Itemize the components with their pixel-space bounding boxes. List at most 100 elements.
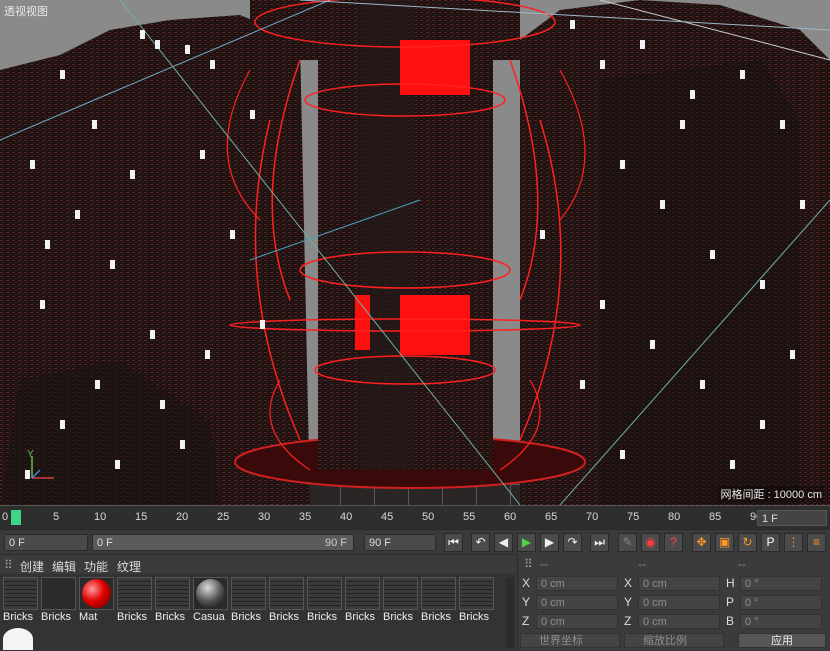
frame-range-slider[interactable]: 0 F 90 F	[92, 534, 354, 551]
tick-label: 5	[53, 511, 60, 523]
material-swatch[interactable]: Bricks	[459, 577, 494, 624]
record-key-icon[interactable]: ✎	[618, 533, 637, 552]
material-name: Bricks	[231, 611, 261, 623]
tick-label: 60	[504, 511, 517, 523]
material-swatch[interactable]: Bricks	[345, 577, 380, 624]
material-preview	[345, 577, 380, 610]
tick-label: 80	[668, 511, 681, 523]
viewport-title: 透视视图	[4, 6, 48, 18]
next-frame-button[interactable]: ▶	[540, 533, 559, 552]
previous-key-button[interactable]: ↶	[471, 533, 490, 552]
material-swatch[interactable]: Bricks	[269, 577, 304, 624]
autokey-icon[interactable]: ◉	[641, 533, 660, 552]
material-name: Bricks	[41, 611, 71, 623]
material-name: Bricks	[383, 611, 413, 623]
scene-render: Y	[0, 0, 830, 505]
current-frame-field[interactable]: 1 F	[757, 510, 827, 526]
parameter-key-icon[interactable]: P	[761, 533, 780, 552]
tick-label: 0	[2, 511, 9, 523]
material-name: Casua	[193, 611, 225, 623]
end-frame-field[interactable]: 90 F	[364, 534, 436, 551]
apply-button[interactable]: 应用	[738, 633, 826, 648]
coord-value-field[interactable]: 0 cm	[536, 595, 618, 610]
material-swatch[interactable]: Bricks	[3, 577, 38, 624]
point-level-icon[interactable]: ⋮	[784, 533, 803, 552]
coord-axis-label: X	[624, 576, 633, 590]
tick-label: 20	[176, 511, 189, 523]
menu-texture[interactable]: 纹理	[117, 558, 141, 575]
keyframe-help-icon[interactable]: ?	[664, 533, 683, 552]
tick-label: 65	[545, 511, 558, 523]
grid-spacing-readout: 网格间距 : 10000 cm	[718, 486, 824, 502]
material-preview	[193, 577, 228, 610]
coord-axis-label: Z	[522, 614, 530, 628]
tick-label: 50	[422, 511, 435, 523]
next-key-button[interactable]: ↷	[563, 533, 582, 552]
material-swatch[interactable]: Bricks	[231, 577, 266, 624]
tick-label: 45	[381, 511, 394, 523]
material-preview	[421, 577, 456, 610]
material-preview	[3, 577, 38, 610]
coordinates-panel: ⠿ -- -- -- X 0 cm X 0 cm H 0 ° Y 0 cm Y 0 cm P 0 ° Z…	[517, 554, 830, 651]
previous-frame-button[interactable]: ◀	[494, 533, 513, 552]
material-swatch[interactable]: Bricks	[117, 577, 152, 624]
coord-axis-label: P	[726, 595, 735, 609]
material-name: Bricks	[459, 611, 489, 623]
coord-value-field[interactable]: 0 cm	[536, 576, 618, 591]
tick-label: 40	[340, 511, 353, 523]
material-swatch[interactable]: Bricks	[41, 577, 76, 624]
material-name: Bricks	[3, 611, 33, 623]
coord-value-field[interactable]: 0 cm	[638, 614, 720, 629]
material-swatch[interactable]: Mat	[79, 577, 114, 624]
menu-edit[interactable]: 编辑	[52, 558, 76, 575]
menu-create[interactable]: 创建	[20, 558, 44, 575]
scale-mode-dropdown[interactable]: 缩放比例	[624, 633, 724, 648]
material-name: Bricks	[421, 611, 451, 623]
coord-axis-label: Z	[624, 614, 632, 628]
go-to-end-button[interactable]: ⏭	[590, 533, 609, 552]
material-swatch[interactable]: Bricks	[307, 577, 342, 624]
material-grid: Bricks Bricks Mat Bricks Bricks Casua Bricks Br…	[0, 574, 515, 651]
coord-value-field[interactable]: 0 cm	[536, 614, 618, 629]
scale-key-icon[interactable]: ▣	[715, 533, 734, 552]
material-swatch[interactable]: Bricks	[155, 577, 190, 624]
material-name: Bricks	[269, 611, 299, 623]
rotate-key-icon[interactable]: ↻	[738, 533, 757, 552]
coord-value-field[interactable]: 0 cm	[638, 576, 720, 591]
material-swatch[interactable]: Casua	[193, 577, 228, 624]
material-name: Bricks	[155, 611, 185, 623]
coord-header-size: --	[638, 557, 646, 571]
material-name: Bricks	[345, 611, 375, 623]
play-button[interactable]: ▶	[517, 533, 536, 552]
start-frame-field[interactable]: 0 F	[4, 534, 88, 551]
menu-function[interactable]: 功能	[84, 558, 108, 575]
timeline-ruler[interactable]: 051015202530354045505560657075808590 1 F	[0, 505, 830, 530]
material-swatch[interactable]: Bricks	[421, 577, 456, 624]
perspective-viewport[interactable]: Y 透视视图 网格间距 : 10000 cm	[0, 0, 830, 505]
material-name: Bricks	[117, 611, 147, 623]
grip-icon: ⠿	[4, 558, 13, 572]
material-scrollbar[interactable]	[506, 578, 514, 648]
coord-value-field[interactable]: 0 °	[740, 614, 822, 629]
material-name: Mat	[79, 611, 98, 623]
range-end-label: 90 F	[324, 537, 347, 549]
coord-header-rotation: --	[738, 557, 746, 571]
move-key-icon[interactable]: ✥	[692, 533, 711, 552]
go-to-start-button[interactable]: ⏮	[444, 533, 463, 552]
material-preview	[117, 577, 152, 610]
coordinate-system-dropdown[interactable]: 世界坐标	[520, 633, 620, 648]
tick-label: 75	[627, 511, 640, 523]
tick-label: 30	[258, 511, 271, 523]
playhead[interactable]	[11, 510, 21, 525]
coord-value-field[interactable]: 0 °	[740, 595, 822, 610]
material-preview-bubble	[3, 628, 33, 650]
material-swatch[interactable]: Bricks	[383, 577, 418, 624]
range-start-label: 0 F	[97, 537, 113, 549]
frame-ruler[interactable]: 051015202530354045505560657075808590	[0, 506, 762, 530]
tick-label: 85	[709, 511, 722, 523]
material-preview	[231, 577, 266, 610]
coord-axis-label: H	[726, 576, 735, 590]
timeline-menu-icon[interactable]: ≡	[807, 533, 826, 552]
coord-value-field[interactable]: 0 °	[740, 576, 822, 591]
coord-value-field[interactable]: 0 cm	[638, 595, 720, 610]
